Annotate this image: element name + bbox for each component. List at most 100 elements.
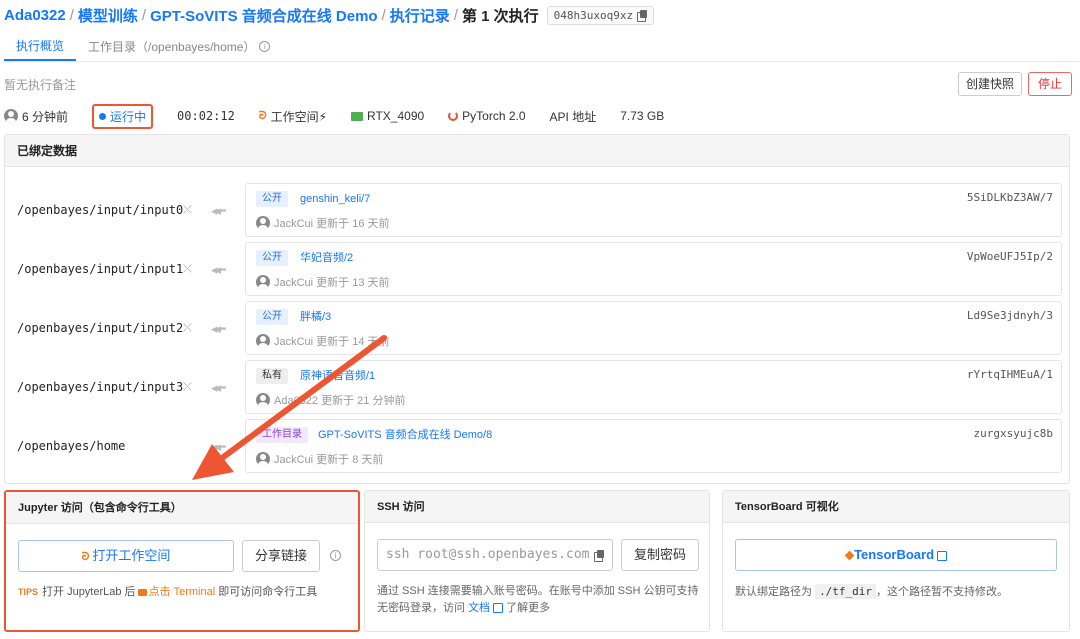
ssh-panel: SSH 访问 ssh root@ssh.openbayes.com 复制密码 通…: [364, 490, 710, 632]
tab-workdir-label: 工作目录（/openbayes/home）: [88, 39, 256, 54]
visibility-tag: 公开: [256, 191, 288, 207]
dataset-meta-text: JackCui 更新于 14 天前: [274, 336, 390, 348]
bound-data-row: /openbayes/input/input2 ⤬ ◂◂━ 公开 胖橘/3 Ld…: [5, 301, 1071, 355]
breadcrumb-section[interactable]: 模型训练: [78, 5, 138, 26]
bound-data-row: /openbayes/input/input1 ⤬ ◂◂━ 公开 华妃音频/2 …: [5, 242, 1071, 296]
copy-icon[interactable]: [594, 550, 604, 562]
unbind-icon[interactable]: ⤬: [183, 381, 197, 393]
dataset-meta: JackCui 更新于 16 天前: [256, 215, 390, 231]
tensorboard-label: TensorBoard: [854, 547, 935, 562]
share-link-button[interactable]: 分享链接: [242, 540, 320, 572]
dataset-meta-text: JackCui 更新于 8 天前: [274, 454, 384, 466]
ssh-command-field[interactable]: ssh root@ssh.openbayes.com: [377, 539, 613, 571]
info-icon[interactable]: i: [330, 550, 341, 561]
bound-data-row: /openbayes/input/input0 ⤬ ◂◂━ 公开 genshin…: [5, 183, 1071, 237]
tensorboard-button[interactable]: ⬥TensorBoard: [735, 539, 1057, 571]
status-duration: 00:02:12: [177, 109, 235, 123]
execution-note: 暂无执行备注: [4, 78, 77, 92]
status-gpu-text: RTX_4090: [367, 109, 425, 123]
status-api[interactable]: API 地址: [550, 108, 597, 125]
dataset-name-link[interactable]: 华妃音频/2: [300, 250, 353, 266]
tf-dir-code: ./tf_dir: [815, 584, 877, 599]
bind-arrow-icon: ◂◂━: [211, 380, 226, 395]
tips-label: TIPS: [18, 587, 39, 597]
mount-path: /openbayes/input/input3: [17, 380, 184, 394]
tensorboard-title: TensorBoard 可视化: [723, 491, 1069, 523]
breadcrumb-separator: /: [69, 6, 74, 24]
tb-desc-b: ，这个路径暂不支持修改。: [876, 586, 1009, 598]
mount-path: /openbayes/home: [17, 439, 126, 453]
dataset-card[interactable]: 公开 胖橘/3 Ld9Se3jdnyh/3 JackCui 更新于 14 天前: [245, 301, 1062, 355]
ssh-description: 通过 SSH 连接需要输入账号密码。在账号中添加 SSH 公钥可支持无密码登录，…: [377, 583, 701, 617]
tensorboard-description: 默认绑定路径为 ./tf_dir ，这个路径暂不支持修改。: [735, 583, 1008, 601]
visibility-tag: 公开: [256, 309, 288, 325]
breadcrumb-project[interactable]: GPT-SoVITS 音频合成在线 Demo: [150, 5, 378, 26]
job-hash: 048h3uxoq9xz: [553, 8, 634, 22]
stop-button[interactable]: 停止: [1028, 72, 1072, 96]
user-icon: [256, 452, 270, 466]
ssh-command: ssh root@ssh.openbayes.com: [386, 547, 590, 562]
breadcrumb-separator: /: [141, 6, 147, 24]
bound-data-row: /openbayes/home ◂◂━ 工作目录 GPT-SoVITS 音频合成…: [5, 419, 1071, 473]
workspace-icon: ᘒ: [258, 109, 267, 122]
ssh-desc-b: 了解更多: [503, 602, 551, 614]
dataset-name-link[interactable]: 原神语音音频/1: [300, 368, 375, 384]
terminal-icon: [137, 588, 147, 596]
dataset-card[interactable]: 公开 genshin_keli/7 5SiDLKbZ3AW/7 JackCui …: [245, 183, 1062, 237]
tab-workdir[interactable]: 工作目录（/openbayes/home） i: [76, 32, 282, 61]
status-framework: PyTorch 2.0: [448, 109, 526, 123]
status-workspace[interactable]: ᘒ 工作空间⚡: [259, 108, 327, 125]
copy-icon[interactable]: [637, 9, 648, 22]
external-link-icon: [937, 550, 948, 561]
job-hash-badge[interactable]: 048h3uxoq9xz: [546, 5, 655, 25]
status-gpu: RTX_4090: [351, 109, 424, 123]
tab-bar: 执行概览 工作目录（/openbayes/home） i: [4, 32, 1080, 62]
workspace-icon: ᘒ: [81, 551, 93, 563]
bound-data-row: /openbayes/input/input3 ⤬ ◂◂━ 私有 原神语音音频/…: [5, 360, 1071, 414]
ssh-title: SSH 访问: [365, 491, 709, 523]
create-snapshot-button[interactable]: 创建快照: [958, 72, 1022, 96]
copy-password-button[interactable]: 复制密码: [621, 539, 699, 571]
pytorch-icon: [448, 111, 459, 121]
dataset-card[interactable]: 私有 原神语音音频/1 rYrtqIHMEuA/1 Ada0322 更新于 21…: [245, 360, 1062, 414]
info-icon[interactable]: i: [259, 41, 271, 52]
open-workspace-label: 打开工作空间: [92, 548, 171, 563]
dataset-name-link[interactable]: 胖橘/3: [300, 309, 331, 325]
visibility-tag: 私有: [256, 368, 288, 384]
unbind-icon[interactable]: ⤬: [183, 204, 197, 216]
tb-desc-a: 默认绑定路径为: [735, 586, 812, 598]
user-icon: [256, 216, 270, 230]
bind-arrow-icon: ◂◂━: [211, 262, 226, 277]
mount-path: /openbayes/input/input0: [17, 203, 184, 217]
gpu-icon: [351, 111, 364, 121]
tab-overview[interactable]: 执行概览: [4, 32, 77, 61]
status-time-text: 6 分钟前: [22, 109, 69, 124]
user-icon: [256, 334, 270, 348]
dataset-name-link[interactable]: GPT-SoVITS 音频合成在线 Demo/8: [318, 427, 492, 443]
dataset-meta: JackCui 更新于 13 天前: [256, 274, 390, 290]
dataset-id: 5SiDLKbZ3AW/7: [966, 191, 1053, 204]
user-icon: [256, 393, 270, 407]
status-framework-text: PyTorch 2.0: [462, 109, 526, 123]
dataset-card[interactable]: 工作目录 GPT-SoVITS 音频合成在线 Demo/8 zurgxsyujc…: [245, 419, 1062, 473]
external-link-icon[interactable]: [493, 603, 504, 614]
breadcrumb-records[interactable]: 执行记录: [390, 5, 450, 26]
docs-link[interactable]: 文档: [468, 602, 490, 614]
tab-overview-label: 执行概览: [16, 38, 65, 53]
mount-path: /openbayes/input/input2: [17, 321, 184, 335]
dataset-id: VpWoeUFJ5Ip/2: [966, 250, 1053, 263]
dataset-name-link[interactable]: genshin_keli/7: [300, 191, 370, 207]
unbind-icon[interactable]: ⤬: [183, 322, 197, 334]
dataset-meta-text: JackCui 更新于 16 天前: [274, 218, 390, 230]
dataset-card[interactable]: 公开 华妃音频/2 VpWoeUFJ5Ip/2 JackCui 更新于 13 天…: [245, 242, 1062, 296]
unbind-icon[interactable]: ⤬: [183, 263, 197, 275]
status-size: 7.73 GB: [620, 109, 665, 123]
bind-arrow-icon: ◂◂━: [211, 203, 226, 218]
tensorboard-panel: TensorBoard 可视化 ⬥TensorBoard 默认绑定路径为 ./t…: [722, 490, 1070, 632]
status-workspace-text: 工作空间⚡: [270, 109, 328, 124]
tips-text-c: 即可访问命令行工具: [215, 586, 318, 598]
dataset-meta: JackCui 更新于 8 天前: [256, 451, 383, 467]
open-workspace-button[interactable]: ᘒ 打开工作空间: [18, 540, 234, 572]
running-dot-icon: [99, 112, 107, 120]
breadcrumb-user[interactable]: Ada0322: [4, 7, 66, 24]
